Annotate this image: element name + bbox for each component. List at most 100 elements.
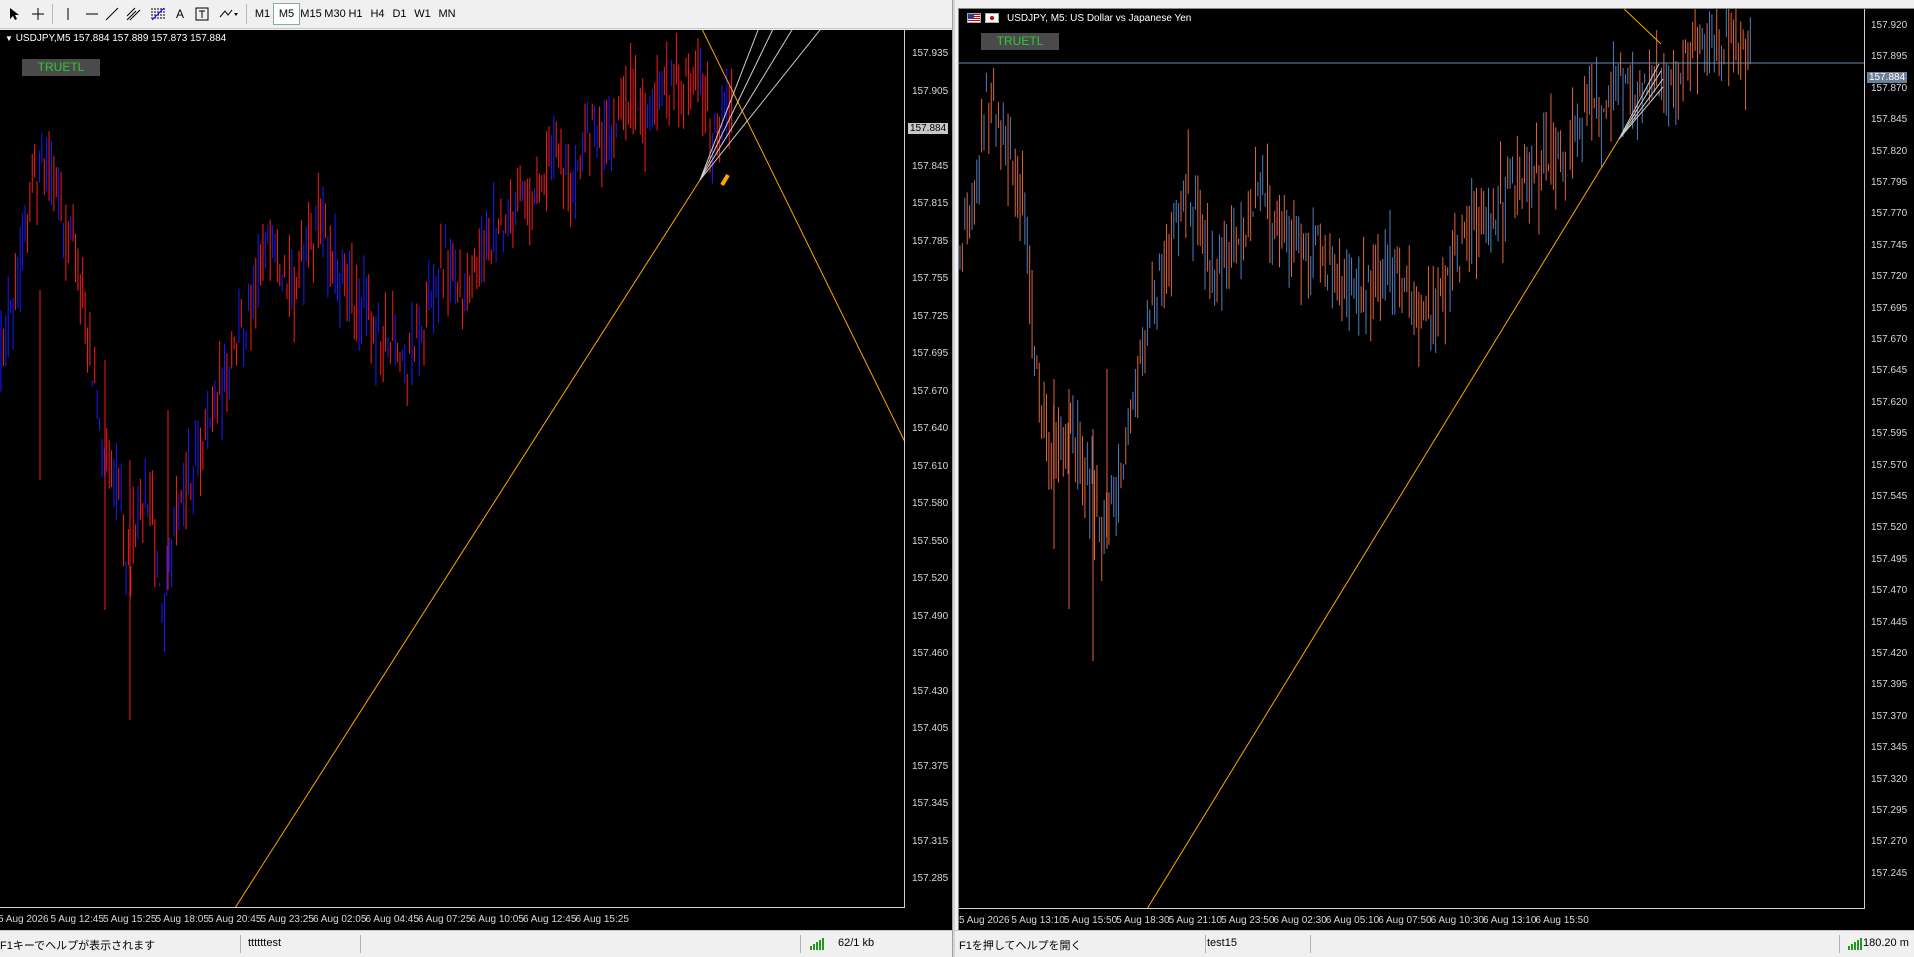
left-price-chart[interactable]: ▼ USDJPY,M5 157.884 157.889 157.873 157.… [0, 30, 952, 930]
time-axis-label: 5 Aug 2026 [959, 915, 1010, 926]
left-status-traffic: 62/1 kb [838, 937, 875, 949]
price-axis-label: 157.495 [1871, 553, 1908, 565]
price-axis-label: 157.755 [912, 273, 949, 284]
right-status-traffic: 180.20 m [1863, 937, 1909, 949]
price-axis-label: 157.270 [1871, 836, 1908, 848]
price-axis-label: 157.245 [1871, 867, 1908, 879]
price-axis-label: 157.920 [1871, 20, 1908, 31]
right-plot-frame [959, 9, 1865, 909]
time-axis-label: 6 Aug 07:25 [418, 914, 472, 925]
price-axis-label: 157.460 [912, 648, 949, 659]
time-axis-label: 6 Aug 05:10 [1325, 915, 1380, 926]
price-axis-label: 157.725 [912, 310, 949, 322]
price-axis-label: 157.430 [912, 685, 949, 697]
crosshair-icon[interactable] [26, 3, 50, 25]
time-axis-label: 6 Aug 10:05 [470, 914, 524, 925]
right-chart-title: USDJPY, M5: US Dollar vs Japanese Yen [1007, 13, 1192, 24]
price-axis-label: 157.815 [912, 198, 949, 209]
price-axis-label: 157.845 [1871, 114, 1908, 126]
left-chart-title-text: USDJPY,M5 157.884 157.889 157.873 157.88… [15, 33, 227, 44]
price-axis-label: 157.645 [1871, 365, 1908, 377]
time-axis-label: 5 Aug 23:25 [260, 914, 314, 925]
price-axis-label: 157.520 [1871, 522, 1908, 534]
price-axis-label: 157.370 [1871, 710, 1908, 722]
left-plot-frame [0, 30, 905, 908]
text-label-icon[interactable] [190, 3, 214, 25]
price-axis-label: 157.285 [912, 873, 949, 884]
time-axis-label: 5 Aug 23:50 [1221, 915, 1275, 926]
price-axis-label: 157.345 [1871, 742, 1908, 754]
trendline-icon[interactable] [100, 3, 124, 25]
price-axis-label: 157.935 [912, 48, 949, 59]
price-axis-label: 157.420 [1871, 648, 1908, 659]
channel-icon[interactable] [122, 3, 146, 25]
time-axis-label: 5 Aug 2026 [0, 914, 49, 925]
right-current-price-tag: 157.884 [1867, 72, 1908, 83]
time-axis-label: 6 Aug 10:30 [1430, 915, 1484, 926]
arrow-objects-icon[interactable] [214, 3, 244, 25]
right-price-chart[interactable]: USDJPY, M5: US Dollar vs Japanese Yen TR… [958, 8, 1914, 930]
right-status-help: F1を押してヘルプを開く [959, 940, 1082, 952]
timeframe-mn-button[interactable]: MN [432, 3, 462, 25]
price-axis-label: 157.550 [912, 535, 949, 547]
price-axis-label: 157.490 [912, 610, 949, 622]
price-axis-label: 157.610 [912, 460, 949, 472]
price-axis-label: 157.405 [912, 723, 949, 734]
price-axis-label: 157.320 [1871, 773, 1908, 785]
price-axis-label: 157.295 [1871, 805, 1908, 816]
time-axis-label: 5 Aug 12:45 [50, 914, 104, 925]
time-axis-label: 5 Aug 20:45 [208, 914, 262, 925]
right-status-profile: test15 [1207, 937, 1237, 949]
us-flag-icon [967, 13, 981, 23]
japan-flag-icon [985, 13, 999, 23]
price-axis-label: 157.745 [1871, 239, 1908, 251]
price-axis-label: 157.520 [912, 573, 949, 584]
price-axis-label: 157.895 [1871, 51, 1908, 63]
price-axis-label: 157.695 [912, 348, 949, 359]
price-axis-label: 157.695 [1871, 302, 1908, 314]
price-axis-label: 157.545 [1871, 491, 1908, 502]
price-axis-label: 157.640 [912, 423, 949, 434]
time-axis-label: 5 Aug 15:25 [103, 914, 157, 925]
left-chart-title: ▼ USDJPY,M5 157.884 157.889 157.873 157.… [5, 33, 227, 44]
time-axis-label: 6 Aug 12:45 [523, 914, 577, 925]
left-status-profile: ttttttest [248, 937, 282, 949]
left-connection-icon [810, 938, 824, 950]
time-axis-label: 6 Aug 15:50 [1535, 915, 1589, 926]
price-axis-label: 157.770 [1871, 208, 1908, 220]
time-axis-label: 6 Aug 07:50 [1378, 915, 1432, 926]
price-axis-label: 157.345 [912, 798, 949, 809]
price-axis-label: 157.785 [912, 235, 949, 247]
price-axis-label: 157.670 [912, 385, 949, 397]
time-axis-label: 5 Aug 13:10 [1011, 915, 1065, 926]
price-axis-label: 157.845 [912, 160, 949, 172]
vertical-line-icon[interactable] [56, 3, 80, 25]
price-axis-label: 157.570 [1871, 459, 1908, 471]
time-axis-label: 5 Aug 15:50 [1063, 915, 1118, 926]
left-status-help: F1キーでヘルプが表示されます [0, 940, 156, 952]
left-current-price-tag: 157.884 [908, 123, 949, 134]
time-axis-label: 6 Aug 15:25 [575, 914, 629, 925]
right-terminal-window: USDJPY, M5: US Dollar vs Japanese Yen TR… [955, 0, 1914, 957]
price-axis-label: 157.445 [1871, 616, 1908, 628]
right-truetl-button[interactable]: TRUETL [981, 33, 1059, 50]
price-axis-label: 157.580 [912, 498, 949, 509]
left-status-bar: F1キーでヘルプが表示されます ttttttest 62/1 kb [0, 930, 952, 957]
price-axis-label: 157.870 [1871, 82, 1908, 94]
price-axis-label: 157.315 [912, 835, 949, 847]
cursor-icon[interactable] [2, 3, 26, 25]
time-axis-label: 6 Aug 04:45 [365, 914, 419, 925]
time-axis-label: 6 Aug 02:30 [1273, 915, 1327, 926]
left-truetl-button[interactable]: TRUETL [22, 59, 100, 76]
price-axis-label: 157.720 [1871, 271, 1908, 283]
price-axis-label: 157.470 [1871, 585, 1908, 597]
left-terminal-window: A M1 M5 M15 M30 H1 H4 D1 W1 MN ▼ USDJPY,… [0, 0, 952, 957]
text-icon[interactable]: A [168, 3, 192, 25]
fibonacci-icon[interactable] [146, 3, 170, 25]
price-axis-label: 157.595 [1871, 428, 1908, 440]
timeframe-m1-button[interactable]: M1 [249, 3, 276, 25]
price-axis-label: 157.905 [912, 85, 949, 97]
time-axis-label: 6 Aug 13:10 [1483, 915, 1537, 926]
time-axis-label: 5 Aug 21:10 [1168, 915, 1222, 926]
price-axis-label: 157.620 [1871, 396, 1908, 408]
